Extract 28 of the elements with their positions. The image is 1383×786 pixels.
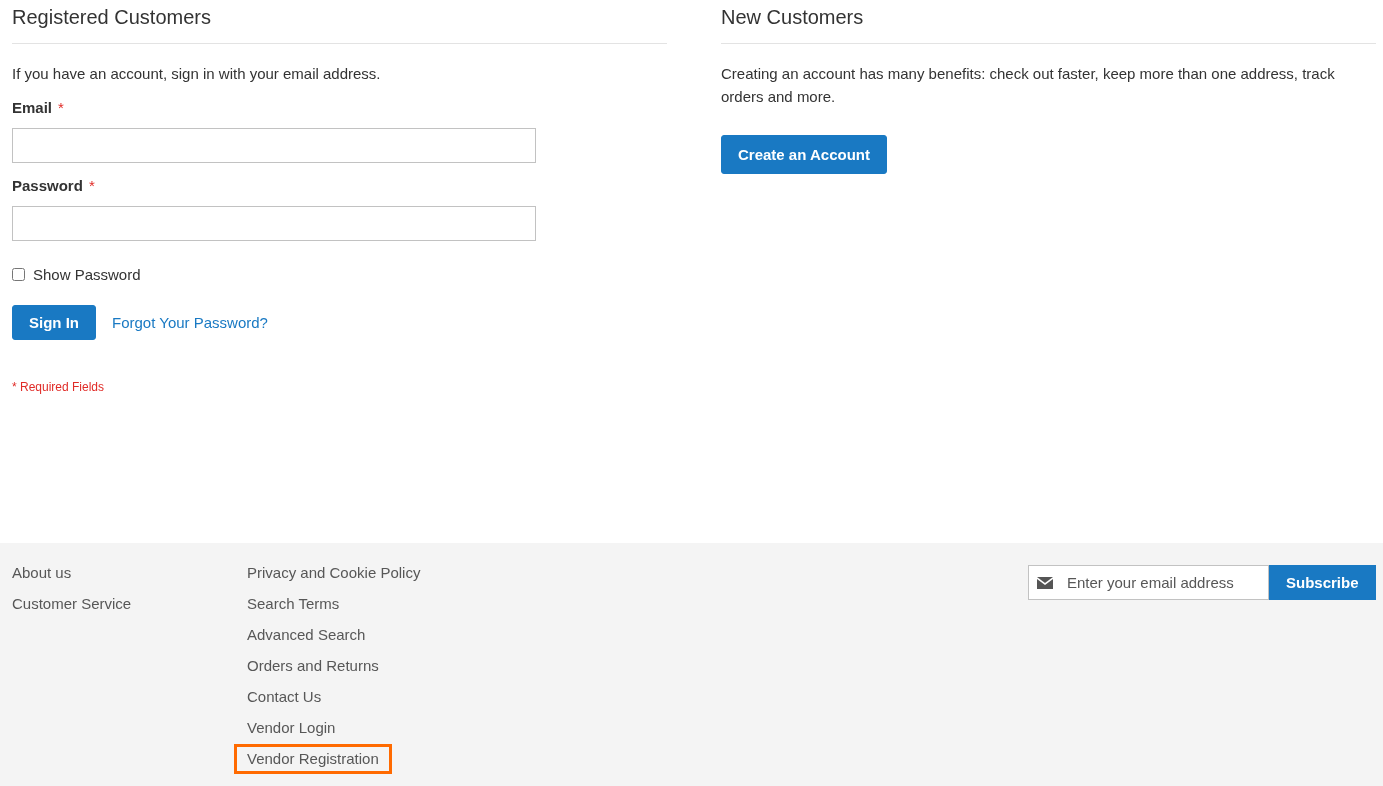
benefits-text: Creating an account has many benefits: check out faster, keep more than one address, track orders and more. — [721, 64, 1336, 107]
footer-link[interactable]: Contact Us — [247, 685, 322, 709]
footer-link[interactable]: Customer Service — [12, 592, 132, 616]
checkbox-label: Show Password — [33, 266, 141, 283]
footer-link[interactable]: Vendor Registration — [237, 747, 389, 771]
required-mark: * — [58, 99, 64, 116]
footer-link[interactable]: Orders and Returns — [247, 654, 379, 678]
sign-in-button[interactable]: Sign In — [12, 305, 96, 340]
envelope-icon — [1037, 577, 1053, 589]
intro-text: If you have an account, sign in with your email address. — [12, 64, 382, 84]
field-label: Email — [12, 99, 53, 116]
required-fields-note: * Required Fields — [12, 380, 106, 394]
forgot-password-link[interactable]: Forgot Your Password? — [112, 314, 268, 331]
section-title: New Customers — [721, 6, 1376, 44]
footer-link[interactable]: About us — [12, 561, 72, 585]
checkbox[interactable] — [12, 268, 25, 281]
input-field[interactable] — [12, 206, 536, 241]
subscribe-button[interactable]: Subscribe — [1269, 565, 1376, 600]
footer-link[interactable]: Privacy and Cookie Policy — [247, 561, 421, 585]
footer-link[interactable]: Advanced Search — [247, 623, 366, 647]
field-label: Password — [12, 177, 83, 194]
required-mark: * — [88, 177, 95, 194]
newsletter-email-field[interactable]: Enter your email address — [1028, 565, 1269, 600]
section-title: Registered Customers — [12, 6, 667, 44]
footer-link[interactable]: Search Terms — [247, 592, 340, 616]
create-account-button[interactable]: Create an Account — [721, 135, 887, 174]
footer-link[interactable]: Vendor Login — [247, 716, 336, 740]
input-field[interactable] — [12, 128, 536, 163]
